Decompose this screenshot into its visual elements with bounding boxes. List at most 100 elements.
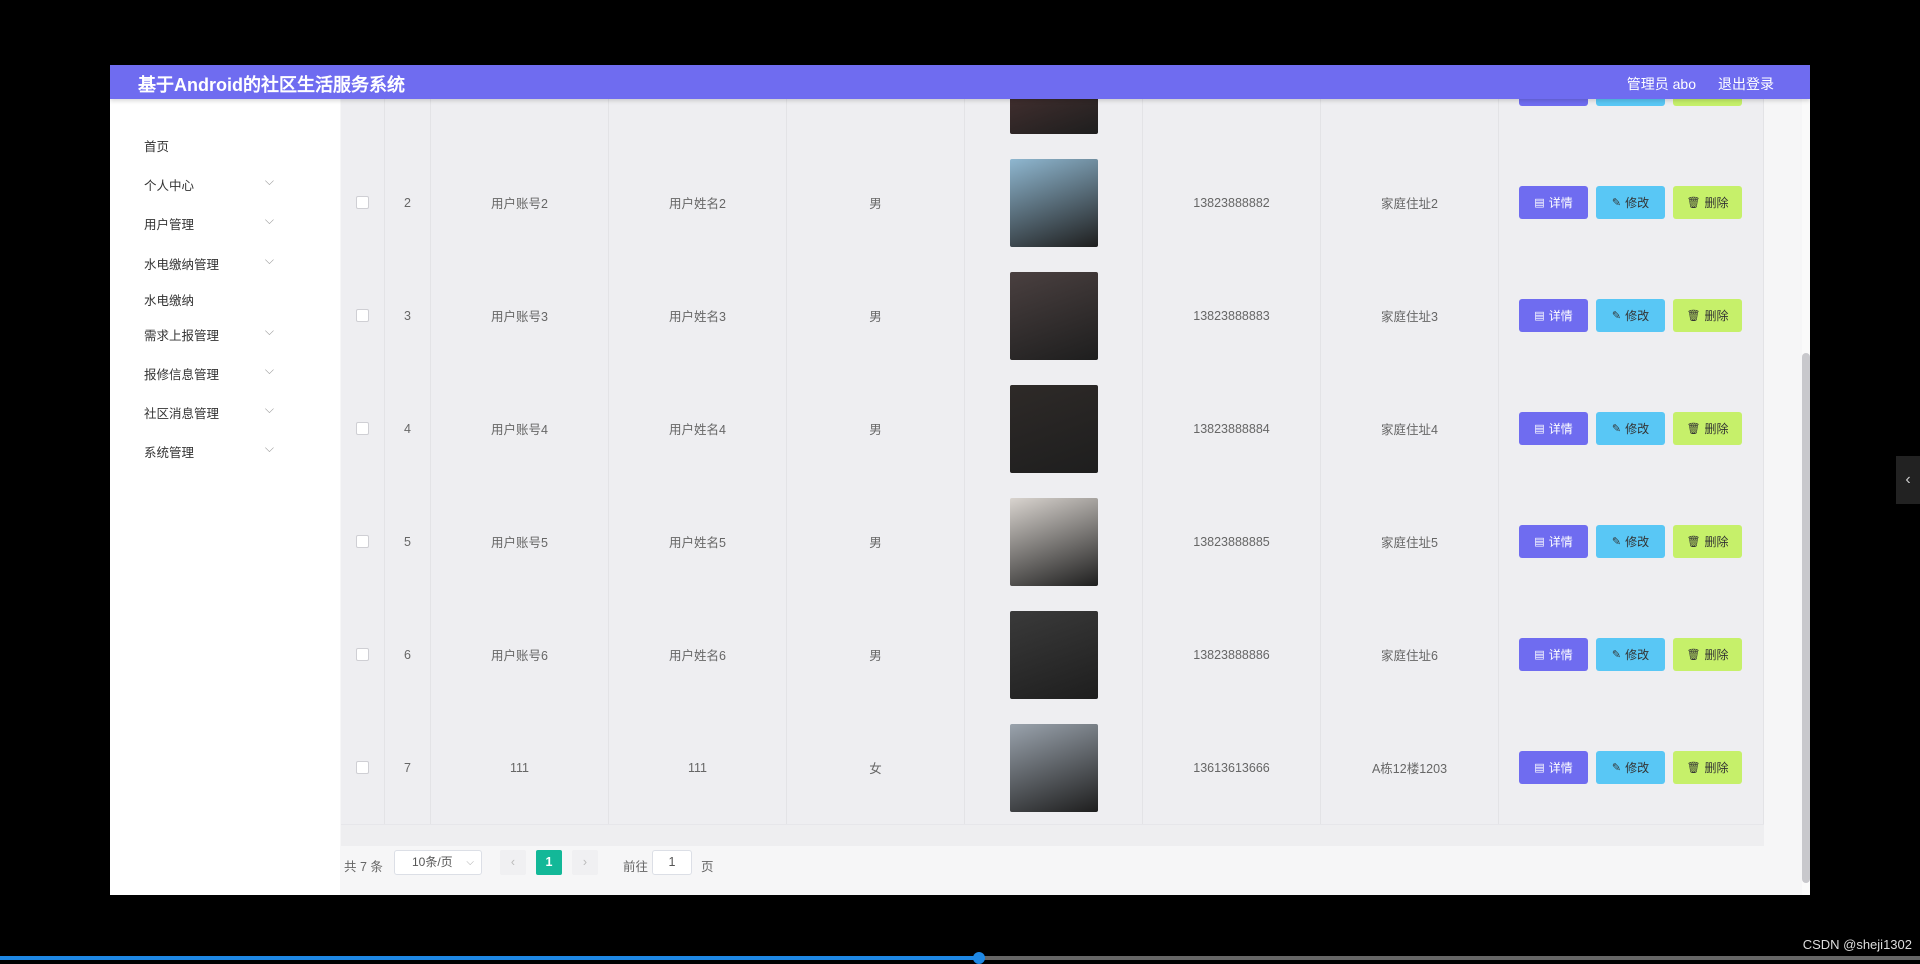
file-icon: ▤ bbox=[1534, 536, 1545, 548]
button-label: 修改 bbox=[1625, 761, 1650, 775]
row-checkbox[interactable] bbox=[356, 309, 369, 322]
account-cell: 用户账号2 bbox=[431, 146, 609, 259]
chevron-down-icon: ⌵ bbox=[264, 402, 274, 416]
trash-icon: 🗑 bbox=[1686, 649, 1701, 661]
video-progress-knob[interactable] bbox=[973, 952, 986, 964]
detail-button[interactable]: ▤详情 bbox=[1519, 525, 1588, 558]
scrollbar-thumb[interactable] bbox=[1802, 353, 1810, 883]
detail-button[interactable]: ▤详情 bbox=[1519, 638, 1588, 671]
no-cell: 7 bbox=[385, 711, 431, 824]
avatar bbox=[1009, 271, 1098, 360]
name-cell: 用户姓名1 bbox=[609, 99, 787, 146]
delete-button[interactable]: 🗑删除 bbox=[1673, 751, 1742, 784]
goto-label: 前往 bbox=[623, 860, 649, 874]
pencil-icon: ✎ bbox=[1611, 762, 1622, 774]
address-cell: 家庭住址5 bbox=[1321, 485, 1499, 598]
delete-button[interactable]: 🗑删除 bbox=[1673, 299, 1742, 332]
top-bar: 基于Android的社区生活服务系统 管理员 abo 退出登录 bbox=[110, 65, 1810, 99]
gender-cell: 女 bbox=[787, 711, 965, 824]
account-cell: 用户账号5 bbox=[431, 485, 609, 598]
address-cell: 家庭住址1 bbox=[1321, 99, 1499, 146]
button-label: 详情 bbox=[1548, 422, 1573, 436]
checkbox-cell bbox=[341, 711, 385, 824]
detail-button[interactable]: ▤详情 bbox=[1519, 412, 1588, 445]
gender-cell: 男 bbox=[787, 99, 965, 146]
row-checkbox[interactable] bbox=[356, 535, 369, 548]
sidebar-item-label: 个人中心 bbox=[144, 179, 195, 193]
actions-cell: ▤详情✎修改🗑删除 bbox=[1499, 598, 1764, 711]
row-checkbox[interactable] bbox=[356, 422, 369, 435]
pencil-icon: ✎ bbox=[1611, 310, 1622, 322]
user-table: 1用户账号1用户姓名1男13823888881家庭住址1▤详情✎修改🗑删除2用户… bbox=[341, 99, 1764, 846]
file-icon: ▤ bbox=[1534, 423, 1545, 435]
chevron-right-icon: › bbox=[582, 855, 588, 869]
row-checkbox[interactable] bbox=[356, 761, 369, 774]
delete-button[interactable]: 🗑删除 bbox=[1673, 99, 1742, 106]
delete-button[interactable]: 🗑删除 bbox=[1673, 412, 1742, 445]
page-size-select[interactable]: 10条/页 ⌵ bbox=[394, 850, 482, 875]
detail-button[interactable]: ▤详情 bbox=[1519, 186, 1588, 219]
file-icon: ▤ bbox=[1534, 197, 1545, 209]
edit-button[interactable]: ✎修改 bbox=[1596, 412, 1665, 445]
no-cell: 2 bbox=[385, 146, 431, 259]
actions-cell: ▤详情✎修改🗑删除 bbox=[1499, 259, 1764, 372]
chevron-down-icon: ⌵ bbox=[264, 174, 274, 188]
gender-cell: 男 bbox=[787, 146, 965, 259]
collapse-panel-button[interactable]: ‹ bbox=[1896, 456, 1920, 504]
sidebar-item-repairs[interactable]: 报修信息管理 ⌵ bbox=[144, 363, 274, 383]
prev-page-button[interactable]: ‹ bbox=[500, 850, 526, 875]
row-checkbox[interactable] bbox=[356, 648, 369, 661]
phone-cell: 13823888886 bbox=[1143, 598, 1321, 711]
logout-link[interactable]: 退出登录 bbox=[1718, 74, 1774, 94]
phone-cell: 13823888885 bbox=[1143, 485, 1321, 598]
next-page-button[interactable]: › bbox=[572, 850, 598, 875]
edit-button[interactable]: ✎修改 bbox=[1596, 751, 1665, 784]
edit-button[interactable]: ✎修改 bbox=[1596, 99, 1665, 106]
actions-cell: ▤详情✎修改🗑删除 bbox=[1499, 146, 1764, 259]
sidebar-item-requests[interactable]: 需求上报管理 ⌵ bbox=[144, 324, 274, 344]
video-progress-bar[interactable] bbox=[0, 952, 1920, 964]
account-cell: 用户账号3 bbox=[431, 259, 609, 372]
address-cell: 家庭住址4 bbox=[1321, 372, 1499, 485]
button-label: 删除 bbox=[1704, 422, 1729, 436]
button-label: 详情 bbox=[1548, 196, 1573, 210]
sidebar-item-utility-management[interactable]: 水电缴纳管理 ⌵ bbox=[144, 253, 274, 273]
no-cell: 6 bbox=[385, 598, 431, 711]
page-number-button[interactable]: 1 bbox=[536, 850, 562, 875]
sidebar-item-home[interactable]: 首页 bbox=[144, 136, 274, 155]
pencil-icon: ✎ bbox=[1611, 536, 1622, 548]
current-user: 管理员 abo bbox=[1626, 76, 1696, 92]
main-content: 1用户账号1用户姓名1男13823888881家庭住址1▤详情✎修改🗑删除2用户… bbox=[340, 99, 1810, 895]
actions-cell: ▤详情✎修改🗑删除 bbox=[1499, 372, 1764, 485]
address-cell: 家庭住址3 bbox=[1321, 259, 1499, 372]
sidebar-item-utility-payment[interactable]: 水电缴纳 bbox=[144, 290, 274, 309]
avatar bbox=[1009, 497, 1098, 586]
checkbox-cell bbox=[341, 99, 385, 146]
edit-button[interactable]: ✎修改 bbox=[1596, 638, 1665, 671]
edit-button[interactable]: ✎修改 bbox=[1596, 525, 1665, 558]
avatar-cell bbox=[965, 485, 1143, 598]
delete-button[interactable]: 🗑删除 bbox=[1673, 186, 1742, 219]
edit-button[interactable]: ✎修改 bbox=[1596, 299, 1665, 332]
gender-cell: 男 bbox=[787, 372, 965, 485]
table-row: 1用户账号1用户姓名1男 13823888881家庭住址1 ▤详情 ✎修改 🗑删除 bbox=[341, 99, 1764, 147]
detail-button[interactable]: ▤详情 bbox=[1519, 751, 1588, 784]
sidebar-item-users[interactable]: 用户管理 ⌵ bbox=[144, 213, 274, 233]
avatar bbox=[1009, 99, 1098, 134]
avatar bbox=[1009, 610, 1098, 699]
sidebar-item-system[interactable]: 系统管理 ⌵ bbox=[144, 441, 274, 461]
delete-button[interactable]: 🗑删除 bbox=[1673, 525, 1742, 558]
sidebar-item-profile[interactable]: 个人中心 ⌵ bbox=[144, 174, 274, 194]
scrollbar-track[interactable] bbox=[1802, 99, 1810, 895]
detail-button[interactable]: ▤详情 bbox=[1519, 99, 1588, 106]
button-label: 删除 bbox=[1704, 648, 1729, 662]
sidebar-item-community-news[interactable]: 社区消息管理 ⌵ bbox=[144, 402, 274, 422]
delete-button[interactable]: 🗑删除 bbox=[1673, 638, 1742, 671]
edit-button[interactable]: ✎修改 bbox=[1596, 186, 1665, 219]
goto-page-input[interactable]: 1 bbox=[652, 850, 692, 875]
name-cell: 用户姓名2 bbox=[609, 146, 787, 259]
actions-cell: ▤详情✎修改🗑删除 bbox=[1499, 711, 1764, 824]
account-cell: 用户账号6 bbox=[431, 598, 609, 711]
row-checkbox[interactable] bbox=[356, 196, 369, 209]
detail-button[interactable]: ▤详情 bbox=[1519, 299, 1588, 332]
